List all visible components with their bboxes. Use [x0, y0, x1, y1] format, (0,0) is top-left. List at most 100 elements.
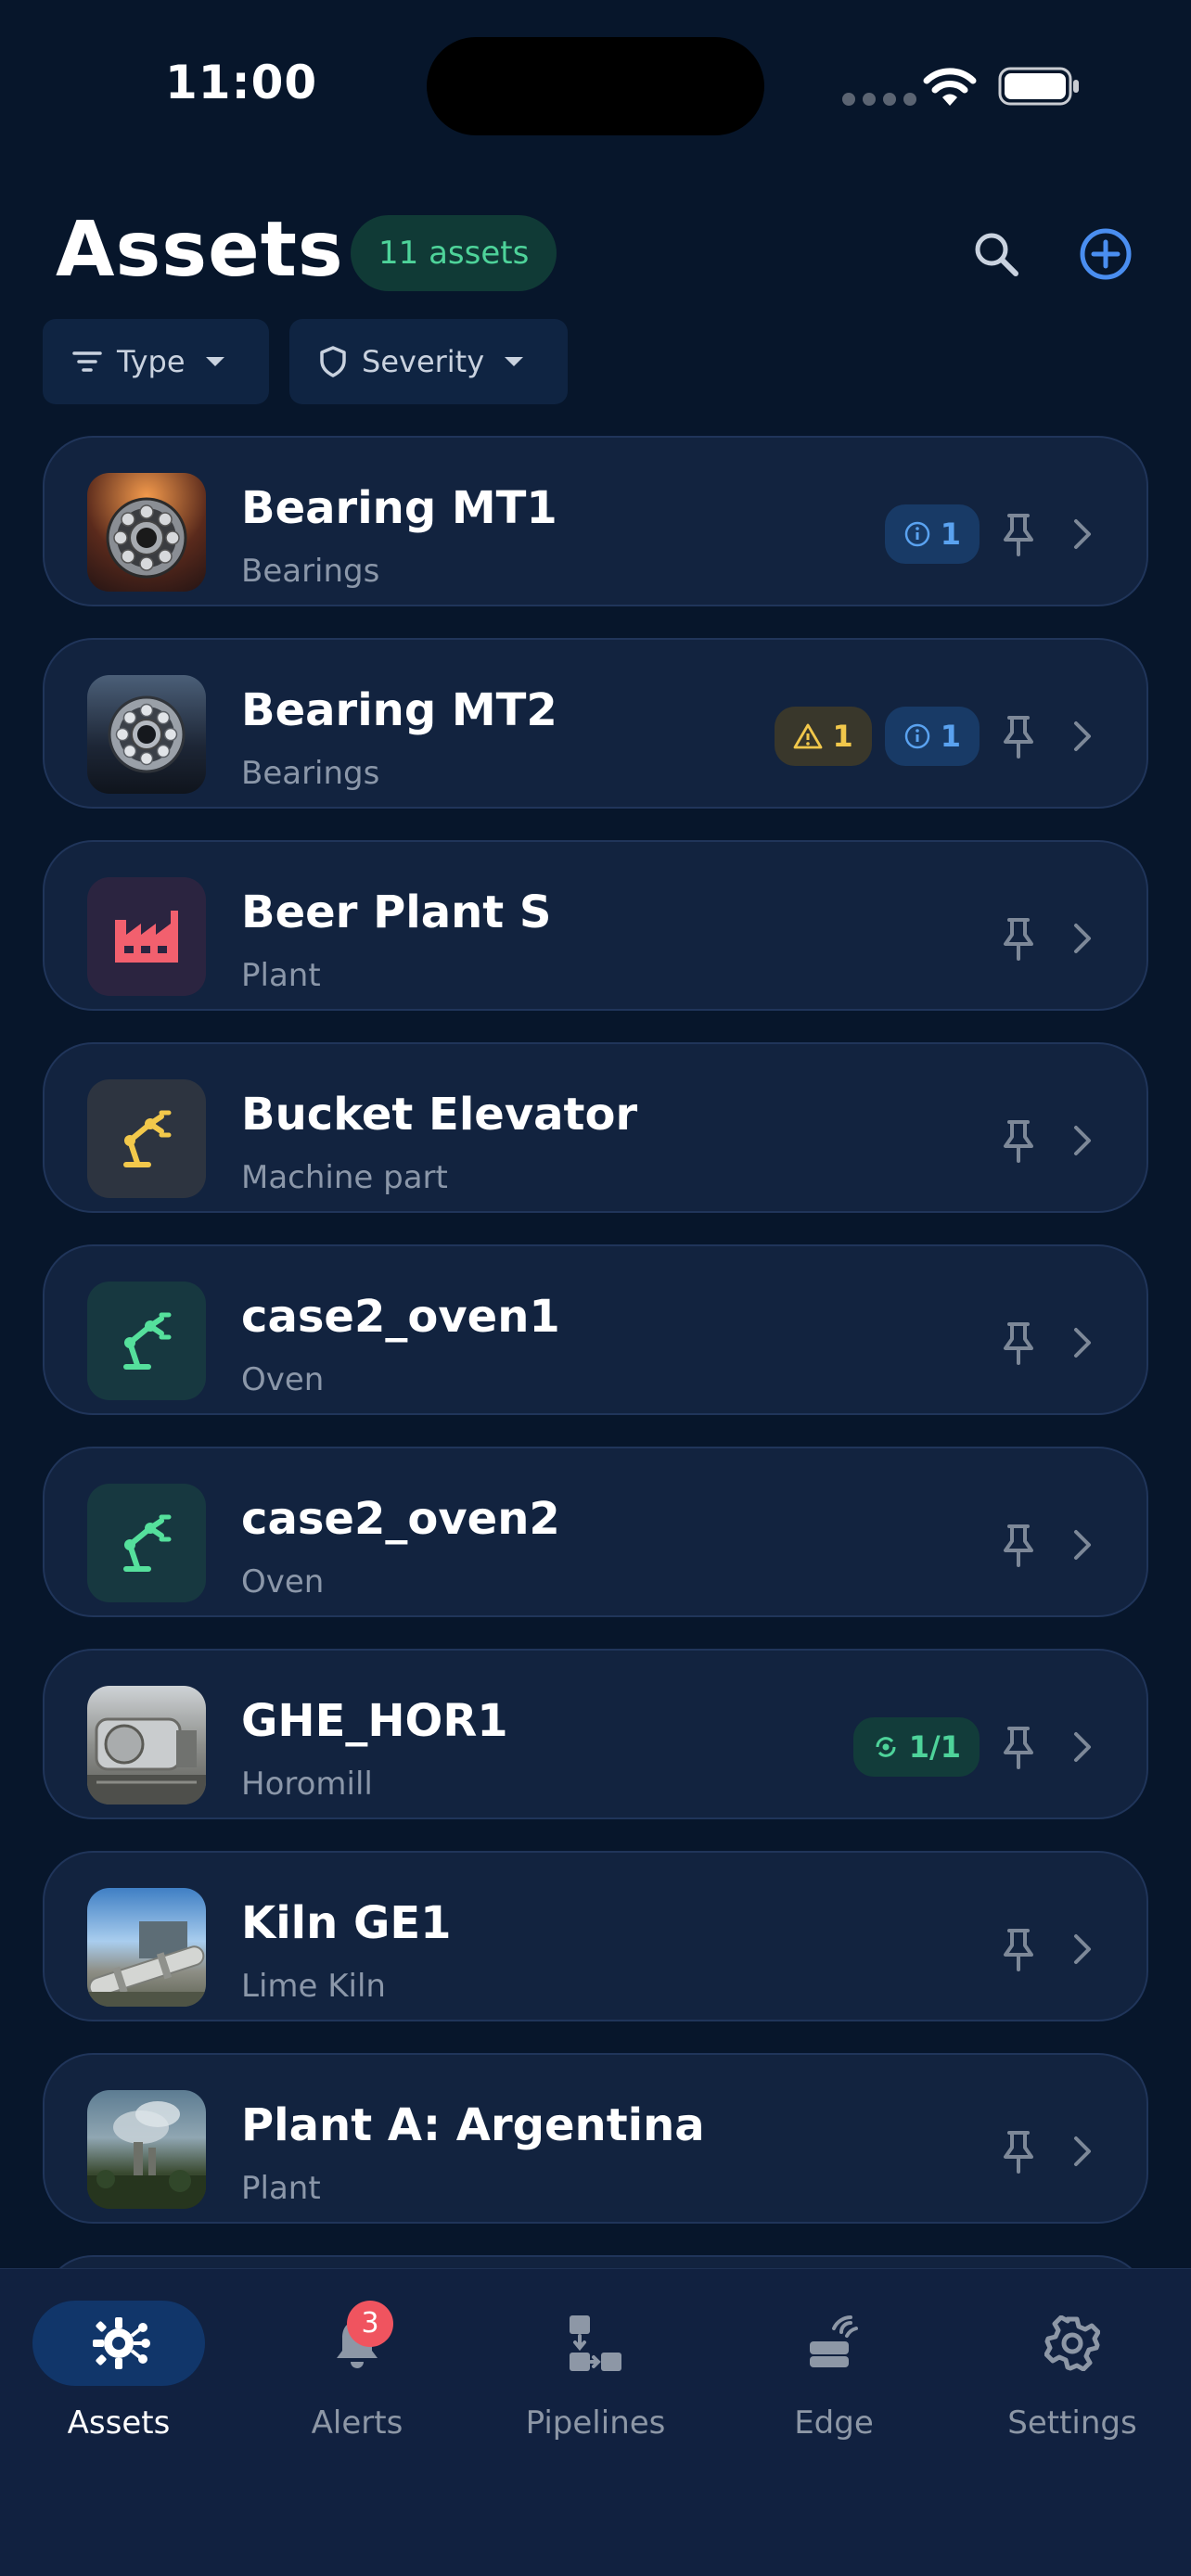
asset-card[interactable]: Bearing MT1 Bearings 1: [43, 436, 1148, 606]
tab-settings[interactable]: Settings: [954, 2301, 1191, 2449]
asset-type: Bearings: [241, 553, 380, 590]
wifi-icon: [923, 68, 977, 106]
asset-type: Bearings: [241, 755, 380, 792]
asset-name: Bearing MT1: [241, 482, 557, 534]
asset-name: Kiln GE1: [241, 1897, 452, 1949]
asset-card[interactable]: Plant A: Argentina Plant: [43, 2053, 1148, 2224]
asset-type: Horomill: [241, 1766, 373, 1803]
tab-icon-container: 3: [271, 2301, 443, 2386]
tab-label: Alerts: [311, 2404, 403, 2442]
info-icon: [904, 521, 929, 547]
pin-icon[interactable]: [1000, 1725, 1037, 1769]
chevron-right-icon: [1074, 1328, 1091, 1358]
asset-name: Beer Plant S: [241, 886, 552, 938]
robot-arm-icon: [123, 1110, 172, 1167]
asset-thumbnail: [87, 675, 206, 794]
search-icon: [975, 233, 1018, 276]
tab-label: Pipelines: [525, 2404, 666, 2442]
tab-label: Settings: [1007, 2404, 1137, 2442]
status-time: 11:00: [165, 56, 318, 109]
pin-icon[interactable]: [1000, 714, 1037, 759]
factory-icon: [115, 911, 178, 963]
info-count: 1: [940, 719, 961, 754]
asset-thumbnail: [87, 473, 206, 592]
asset-type: Machine part: [241, 1159, 448, 1196]
asset-type: Plant: [241, 2170, 321, 2207]
asset-thumbnail: [87, 1282, 206, 1400]
asset-name: GHE_HOR1: [241, 1695, 508, 1747]
warning-count: 1: [832, 719, 853, 754]
pin-icon[interactable]: [1000, 1523, 1037, 1567]
dynamic-island: [427, 37, 764, 135]
sync-badge: 1/1: [852, 1717, 980, 1777]
asset-card[interactable]: Beer Plant S Plant: [43, 840, 1148, 1011]
filter-icon: [72, 351, 102, 372]
alerts-count-badge: 3: [347, 2301, 393, 2347]
asset-thumbnail: [87, 1686, 206, 1804]
asset-name: Plant A: Argentina: [241, 2099, 705, 2151]
tab-pipelines[interactable]: Pipelines: [477, 2301, 714, 2449]
asset-card[interactable]: Bucket Elevator Machine part: [43, 1042, 1148, 1213]
asset-thumbnail: [87, 1484, 206, 1602]
pin-icon[interactable]: [1000, 2129, 1037, 2174]
pin-icon[interactable]: [1000, 1118, 1037, 1163]
mill-image: [87, 1717, 206, 1804]
pin-icon[interactable]: [1000, 1320, 1037, 1365]
plant-image: [87, 2101, 206, 2209]
asset-thumbnail: [87, 877, 206, 996]
asset-badges: 1: [884, 504, 980, 564]
edge-icon: [810, 2315, 858, 2367]
asset-card[interactable]: Kiln GE1 Lime Kiln: [43, 1851, 1148, 2021]
warning-badge: 1: [775, 707, 872, 766]
status-bar: 11:00: [0, 0, 1191, 176]
asset-thumbnail: [87, 2090, 206, 2209]
asset-card[interactable]: GHE_HOR1 Horomill 1/1: [43, 1649, 1148, 1819]
asset-badges: 1/1: [852, 1717, 980, 1777]
asset-name: case2_oven1: [241, 1291, 560, 1343]
asset-name: Bearing MT2: [241, 684, 557, 736]
gear-icon: [1044, 2315, 1100, 2371]
tab-icon-container: [748, 2301, 920, 2386]
kiln-image: [87, 1921, 206, 2007]
asset-card[interactable]: Bearing MT2 Bearings 1 1: [43, 638, 1148, 809]
search-button[interactable]: [965, 223, 1028, 286]
battery-icon: [998, 67, 1079, 106]
asset-card[interactable]: case2_oven1 Oven: [43, 1244, 1148, 1415]
chevron-right-icon: [1074, 1934, 1091, 1964]
tab-icon-container: [32, 2301, 205, 2386]
chevron-right-icon: [1074, 2136, 1091, 2166]
type-filter[interactable]: Type: [43, 319, 269, 404]
pin-icon[interactable]: [1000, 1927, 1037, 1971]
tab-label: Edge: [794, 2404, 874, 2442]
tab-alerts[interactable]: 3 Alerts: [238, 2301, 476, 2449]
sync-count: 1/1: [908, 1729, 961, 1765]
warning-icon: [794, 723, 823, 749]
info-badge: 1: [884, 504, 980, 564]
caret-down-icon: [505, 357, 524, 366]
asset-card[interactable]: case2_oven2 Oven: [43, 1447, 1148, 1617]
chevron-right-icon: [1074, 1126, 1091, 1155]
asset-name: Bucket Elevator: [241, 1089, 638, 1141]
sync-icon: [876, 1737, 896, 1757]
asset-thumbnail: [87, 1888, 206, 2007]
add-asset-button[interactable]: [1074, 223, 1137, 286]
tab-assets[interactable]: Assets: [0, 2301, 237, 2449]
add-circle-icon: [1080, 228, 1132, 280]
severity-filter[interactable]: Severity: [289, 319, 568, 404]
info-icon: [904, 723, 929, 749]
cellular-signal-icon: [842, 93, 916, 106]
asset-type: Oven: [241, 1563, 325, 1600]
asset-type: Oven: [241, 1361, 325, 1398]
pipelines-icon: [570, 2315, 621, 2371]
info-badge: 1: [884, 707, 980, 766]
tab-icon-container: [986, 2301, 1159, 2386]
tab-edge[interactable]: Edge: [715, 2301, 953, 2449]
chevron-right-icon: [1074, 519, 1091, 549]
chevron-right-icon: [1074, 924, 1091, 953]
asset-name: case2_oven2: [241, 1493, 560, 1545]
pin-icon[interactable]: [1000, 916, 1037, 961]
robot-arm-icon: [123, 1312, 172, 1370]
pin-icon[interactable]: [1000, 512, 1037, 556]
asset-count-badge: 11 assets: [351, 215, 557, 291]
asset-type: Plant: [241, 957, 321, 994]
